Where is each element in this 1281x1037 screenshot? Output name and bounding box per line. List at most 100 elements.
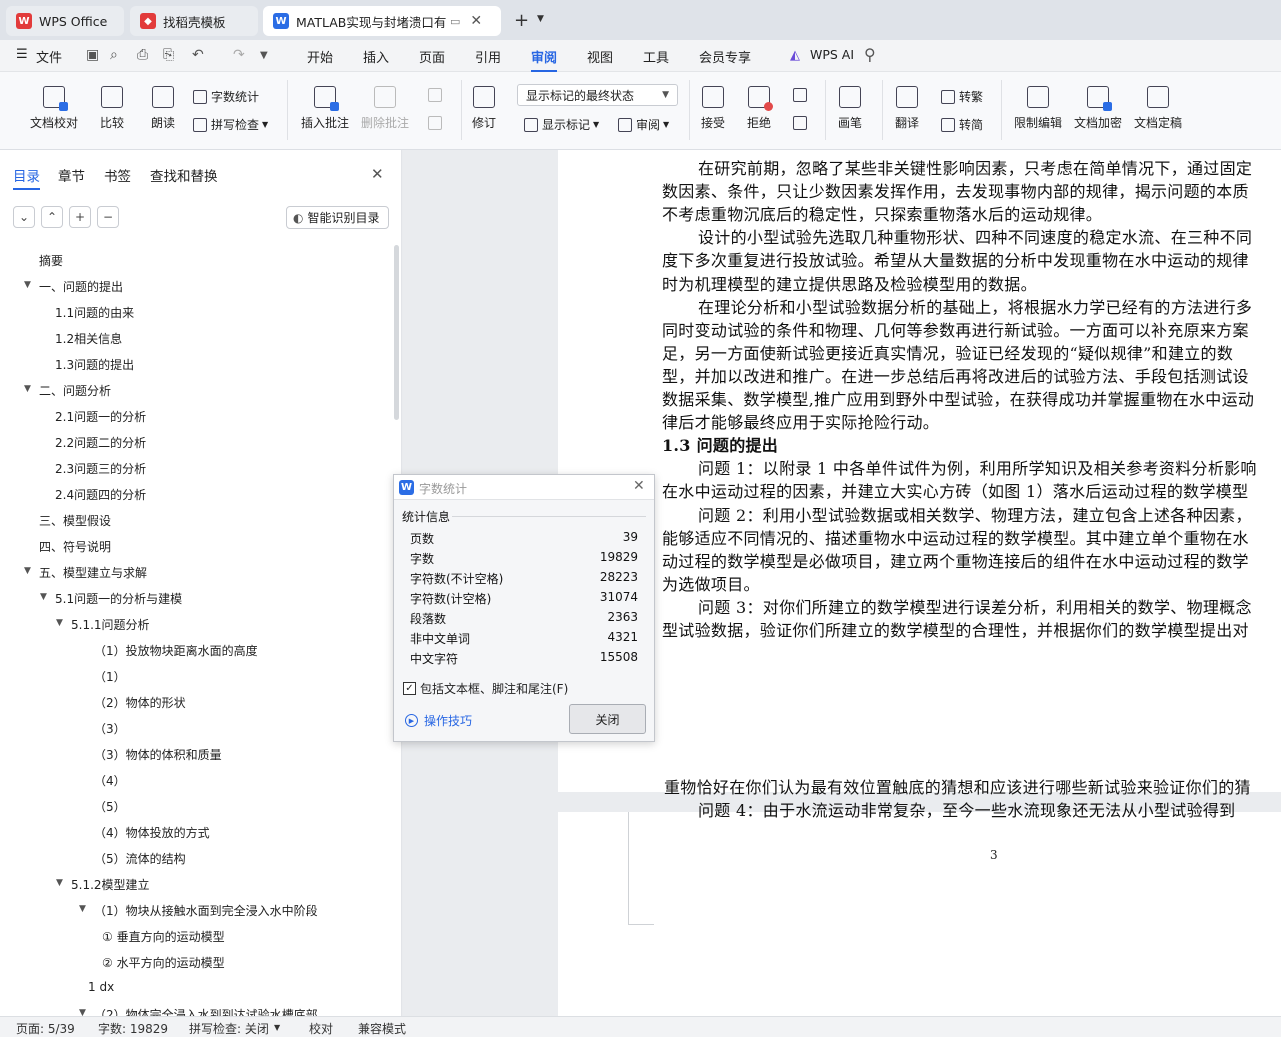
menu-tools[interactable]: 工具 <box>643 47 669 66</box>
restrict-edit-button[interactable]: 限制编辑 <box>1014 86 1062 131</box>
dropdown-icon[interactable]: ▼ <box>274 1023 280 1032</box>
read-aloud-button[interactable]: 朗读 <box>151 86 175 131</box>
toc-item[interactable]: （3）物体的体积和质量 <box>94 746 222 763</box>
toc-item[interactable]: 2.3问题三的分析 <box>55 460 146 477</box>
collapse-up-button[interactable]: ⌃ <box>41 206 63 228</box>
menu-reference[interactable]: 引用 <box>475 47 501 66</box>
tab-chapters[interactable]: 章节 <box>58 165 85 185</box>
toc-item[interactable]: ▼ 5.1问题一的分析与建模 <box>40 590 182 607</box>
toc-item[interactable]: ▼ 五、模型建立与求解 <box>24 564 147 581</box>
expand-arrow-icon[interactable]: ▼ <box>40 592 47 602</box>
doc-finalize-button[interactable]: 文档定稿 <box>1134 86 1182 131</box>
smart-toc-button[interactable]: ◐ 智能识别目录 <box>286 206 389 229</box>
toc-item[interactable]: （3） <box>94 720 126 737</box>
hamburger-icon[interactable]: ☰ <box>16 47 28 62</box>
menu-page[interactable]: 页面 <box>419 47 445 66</box>
toc-item[interactable]: ② 水平方向的运动模型 <box>102 954 225 971</box>
toc-item[interactable]: 四、符号说明 <box>39 538 111 555</box>
toc-item[interactable]: （1）投放物块距离水面的高度 <box>94 642 258 659</box>
toc-item[interactable]: ▼ 5.1.2模型建立 <box>56 876 150 893</box>
expand-arrow-icon[interactable]: ▼ <box>56 878 63 888</box>
doc-check-button[interactable]: 文档校对 <box>30 86 78 131</box>
menu-view[interactable]: 视图 <box>587 47 613 66</box>
toc-item[interactable]: 2.1问题一的分析 <box>55 408 146 425</box>
collapse-down-button[interactable]: ⌄ <box>13 206 35 228</box>
markup-state-select[interactable]: 显示标记的最终状态 ▼ <box>517 84 678 106</box>
print-icon[interactable]: ⎙ <box>137 47 148 63</box>
accept-button[interactable]: 接受 <box>701 86 725 131</box>
toc-item[interactable]: （5）流体的结构 <box>94 850 186 867</box>
word-count-button[interactable]: 字数统计 <box>193 88 259 105</box>
tips-link[interactable]: ▶ 操作技巧 <box>405 712 472 729</box>
expand-arrow-icon[interactable]: ▼ <box>24 384 31 394</box>
menu-member[interactable]: 会员专享 <box>699 47 751 66</box>
doc-encrypt-button[interactable]: 文档加密 <box>1074 86 1122 131</box>
expand-arrow-icon[interactable]: ▼ <box>24 280 31 290</box>
save-icon[interactable]: ▣ <box>86 47 99 63</box>
redo-icon[interactable]: ↷ <box>233 47 245 63</box>
reject-button[interactable]: 拒绝 <box>747 86 773 131</box>
close-tab-icon[interactable]: ✕ <box>470 13 482 29</box>
include-textbox-checkbox[interactable]: ✓ 包括文本框、脚注和尾注(F) <box>403 680 568 697</box>
prev-comment-button[interactable] <box>428 88 446 102</box>
pen-button[interactable]: 画笔 <box>838 86 862 131</box>
toc-item[interactable]: ① 垂直方向的运动模型 <box>102 928 225 945</box>
status-spell[interactable]: 拼写检查: 关闭 <box>189 1020 269 1037</box>
menu-wps-ai[interactable]: WPS AI <box>810 47 854 62</box>
toc-item[interactable]: （4） <box>94 772 126 789</box>
review-pane-button[interactable]: 审阅 ▼ <box>618 116 669 133</box>
next-change-button[interactable] <box>793 116 811 130</box>
remove-heading-button[interactable]: − <box>97 206 119 228</box>
expand-arrow-icon[interactable]: ▼ <box>56 618 63 628</box>
quick-access-dropdown-icon[interactable]: ▼ <box>260 50 268 61</box>
toc-item[interactable]: ▼ 二、问题分析 <box>24 382 111 399</box>
toc-item[interactable]: 1 dx <box>88 980 114 994</box>
spell-check-button[interactable]: 拼写检查 ▼ <box>193 116 268 133</box>
status-words[interactable]: 字数: 19829 <box>98 1020 168 1037</box>
toc-item[interactable]: 2.4问题四的分析 <box>55 486 146 503</box>
tab-dropdown-icon[interactable]: ▼ <box>537 14 544 24</box>
toc-item[interactable]: （1） <box>94 668 126 685</box>
search-icon[interactable]: ⚲ <box>864 45 876 64</box>
status-proofread[interactable]: 校对 <box>309 1020 333 1037</box>
prev-change-button[interactable] <box>793 88 811 102</box>
toc-item[interactable]: ▼ 一、问题的提出 <box>24 278 123 295</box>
toc-item[interactable]: ▼ 5.1.1问题分析 <box>56 616 150 633</box>
toc-item[interactable]: （2）物体的形状 <box>94 694 186 711</box>
status-page[interactable]: 页面: 5/39 <box>16 1020 75 1037</box>
menu-start[interactable]: 开始 <box>307 47 333 66</box>
menu-review[interactable]: 审阅 <box>531 47 558 72</box>
document-canvas[interactable]: 在研究前期，忽略了某些非关键性影响因素，只考虑在简单情况下，通过固定 数因素、条件… <box>558 150 1281 1016</box>
tab-template[interactable]: ◆ 找稻壳模板 <box>130 6 258 36</box>
tab-bookmarks[interactable]: 书签 <box>104 165 131 185</box>
revise-button[interactable]: 修订 <box>472 86 496 131</box>
new-tab-icon[interactable]: + <box>514 10 529 31</box>
expand-arrow-icon[interactable]: ▼ <box>24 566 31 576</box>
menu-insert[interactable]: 插入 <box>363 47 389 66</box>
tab-find-replace[interactable]: 查找和替换 <box>150 165 218 185</box>
toc-item[interactable]: 1.2相关信息 <box>55 330 122 347</box>
toc-item[interactable]: 2.2问题二的分析 <box>55 434 146 451</box>
next-comment-button[interactable] <box>428 116 446 130</box>
expand-arrow-icon[interactable]: ▼ <box>79 904 86 914</box>
close-pane-icon[interactable]: ✕ <box>371 165 384 183</box>
toc-item[interactable]: 摘要 <box>39 252 63 269</box>
toc-item[interactable]: 1.1问题的由来 <box>55 304 134 321</box>
print-preview-icon[interactable]: ⎘ <box>163 47 174 63</box>
delete-comment-button[interactable]: 删除批注 <box>361 86 409 131</box>
toc-scrollbar[interactable] <box>394 245 399 420</box>
dialog-close-icon[interactable]: ✕ <box>633 478 645 494</box>
to-simplified-button[interactable]: 转简 <box>941 116 983 133</box>
toc-item[interactable]: 1.3问题的提出 <box>55 356 134 373</box>
undo-icon[interactable]: ↶ <box>192 47 204 63</box>
tab-wps-office[interactable]: W WPS Office <box>6 6 124 36</box>
toc-item[interactable]: ▼ （1）物块从接触水面到完全浸入水中阶段 <box>79 902 318 919</box>
tab-document[interactable]: W MATLAB实现与封堵溃口有关 ▭ ✕ <box>263 6 501 36</box>
tab-toc[interactable]: 目录 <box>13 165 40 190</box>
toc-item[interactable]: （5） <box>94 798 126 815</box>
insert-comment-button[interactable]: 插入批注 <box>301 86 349 131</box>
add-heading-button[interactable]: + <box>69 206 91 228</box>
toc-item[interactable]: 三、模型假设 <box>39 512 111 529</box>
toc-item[interactable]: （4）物体投放的方式 <box>94 824 210 841</box>
menu-file[interactable]: 文件 <box>36 47 62 66</box>
